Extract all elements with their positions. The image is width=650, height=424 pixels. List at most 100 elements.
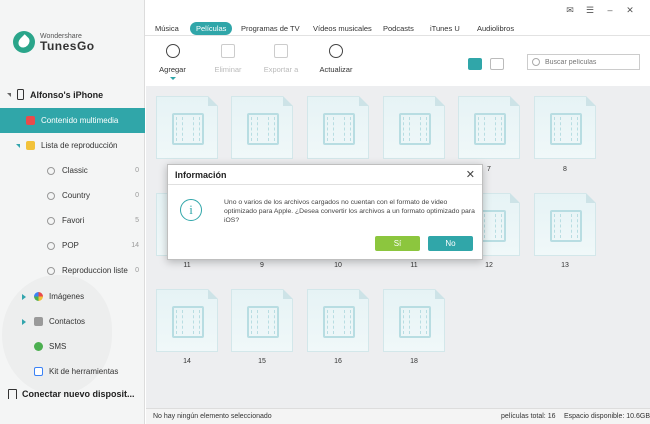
film-icon: [323, 113, 355, 145]
search-input[interactable]: [545, 58, 635, 66]
movie-card[interactable]: [534, 193, 596, 256]
gear-icon: [47, 191, 55, 200]
available-space: Espacio disponible: 10.6GB: [564, 413, 650, 420]
menu-icon[interactable]: ☰: [585, 5, 595, 15]
playlist-name: Classic: [62, 166, 88, 175]
refresh-button[interactable]: Actualizar: [318, 44, 354, 74]
close-window-icon[interactable]: ✕: [625, 5, 635, 15]
movie-label: 10: [334, 262, 342, 269]
minimize-icon[interactable]: –: [605, 5, 615, 15]
logo-name: TunesGo: [40, 38, 95, 53]
dialog-title: Información: [175, 170, 227, 180]
movie-card[interactable]: [383, 289, 445, 352]
caret-down-icon: [169, 77, 176, 80]
gear-icon: [47, 241, 55, 250]
film-icon: [474, 113, 506, 145]
playlist-icon: [26, 141, 35, 150]
sidebar-item-label: Lista de reproducción: [41, 141, 118, 150]
dialog-message: Uno o varios de los archivos cargados no…: [224, 199, 475, 224]
tab-music[interactable]: Música: [149, 22, 185, 35]
tab-itunes-u[interactable]: iTunes U: [424, 22, 466, 35]
sidebar-item-sms[interactable]: SMS: [0, 334, 145, 359]
collapse-arrow-icon: [16, 143, 20, 148]
expand-arrow-icon: [22, 293, 26, 300]
feedback-icon[interactable]: ✉: [565, 5, 575, 15]
sidebar-item-label: SMS: [49, 342, 67, 351]
search-icon: [532, 58, 540, 66]
movie-card[interactable]: [534, 96, 596, 159]
sidebar-item-label: Contenido multimedia: [41, 116, 119, 125]
sidebar: Wondershare TunesGo Alfonso's iPhone Con…: [0, 0, 145, 424]
movie-card[interactable]: [307, 96, 369, 159]
sidebar-item-contacts[interactable]: Contactos: [0, 309, 145, 334]
movie-label: 8: [563, 166, 567, 173]
total-count: películas total: 16: [501, 413, 556, 420]
iphone-icon: [17, 89, 24, 100]
sidebar-item-images[interactable]: Imágenes: [0, 284, 145, 309]
movie-card[interactable]: [231, 289, 293, 352]
export-button[interactable]: Exportar a: [262, 44, 300, 74]
tab-movies[interactable]: Películas: [190, 22, 233, 35]
playlist-country[interactable]: Country 0: [47, 183, 142, 208]
tab-tv-shows[interactable]: Programas de TV: [235, 22, 306, 35]
playlist-count: 0: [135, 167, 139, 174]
playlist-pop[interactable]: POP 14: [47, 233, 142, 258]
film-icon: [399, 113, 431, 145]
playlist-classic[interactable]: Classic 0: [47, 158, 142, 183]
sidebar-item-toolkit[interactable]: Kit de herramientas: [0, 359, 145, 384]
export-label: Exportar a: [263, 65, 299, 74]
list-view-icon[interactable]: [490, 58, 504, 70]
movie-label: 15: [258, 358, 266, 365]
sidebar-item-playlist[interactable]: Lista de reproducción: [0, 133, 145, 158]
playlist-name: POP: [62, 241, 79, 250]
music-icon: [26, 116, 35, 125]
refresh-icon: [329, 44, 343, 58]
playlist-count: 5: [135, 217, 139, 224]
playlist-count: 14: [131, 242, 139, 249]
gear-icon: [47, 266, 55, 275]
app-logo: Wondershare TunesGo: [13, 31, 95, 53]
no-button[interactable]: No: [428, 236, 473, 251]
add-button[interactable]: Agregar: [155, 44, 190, 80]
gear-icon: [47, 166, 55, 175]
tab-podcasts[interactable]: Podcasts: [377, 22, 420, 35]
connect-device-button[interactable]: Conectar nuevo disposit...: [7, 389, 145, 399]
yes-button[interactable]: Sí: [375, 236, 420, 251]
delete-button[interactable]: Eliminar: [211, 44, 245, 74]
movie-card[interactable]: [307, 289, 369, 352]
movie-label: 11: [410, 262, 418, 269]
playlist-name: Favori: [62, 216, 85, 225]
refresh-label: Actualizar: [319, 65, 353, 74]
export-icon: [274, 44, 288, 58]
connect-label: Conectar nuevo disposit...: [22, 389, 135, 399]
movie-card[interactable]: [156, 96, 218, 159]
movie-label: 16: [334, 358, 342, 365]
device-header[interactable]: Alfonso's iPhone: [7, 89, 103, 100]
contacts-icon: [34, 317, 43, 326]
movie-label: 11: [183, 262, 191, 269]
tunesgo-logo-icon: [13, 31, 35, 53]
device-name: Alfonso's iPhone: [30, 89, 104, 100]
status-bar: No hay ningún elemento seleccionado pelí…: [146, 408, 650, 424]
top-bar: ✉ ☰ – ✕ Música Películas Programas de TV…: [145, 0, 650, 36]
movie-card[interactable]: [156, 289, 218, 352]
tab-audiobooks[interactable]: Audiolibros: [471, 22, 520, 35]
search-box: [527, 54, 640, 70]
collapse-arrow-icon: [7, 92, 11, 97]
movie-label: 13: [561, 262, 569, 269]
movie-card[interactable]: [231, 96, 293, 159]
playlist-name: Country: [62, 191, 91, 200]
playlist-favori[interactable]: Favori 5: [47, 208, 142, 233]
movie-card[interactable]: [383, 96, 445, 159]
playlist-reproduccion[interactable]: Reproduccion liste 0: [47, 258, 142, 283]
delete-label: Eliminar: [214, 65, 242, 74]
sidebar-item-media[interactable]: Contenido multimedia: [0, 108, 145, 133]
tab-music-videos[interactable]: Vídeos musicales: [307, 22, 378, 35]
grid-view-icon[interactable]: [468, 58, 482, 70]
movie-card[interactable]: [458, 96, 520, 159]
film-icon: [172, 306, 204, 338]
film-icon: [399, 306, 431, 338]
playlist-count: 0: [135, 267, 139, 274]
playlist-name: Reproduccion liste: [62, 266, 128, 275]
close-icon[interactable]: ✕: [466, 168, 475, 181]
